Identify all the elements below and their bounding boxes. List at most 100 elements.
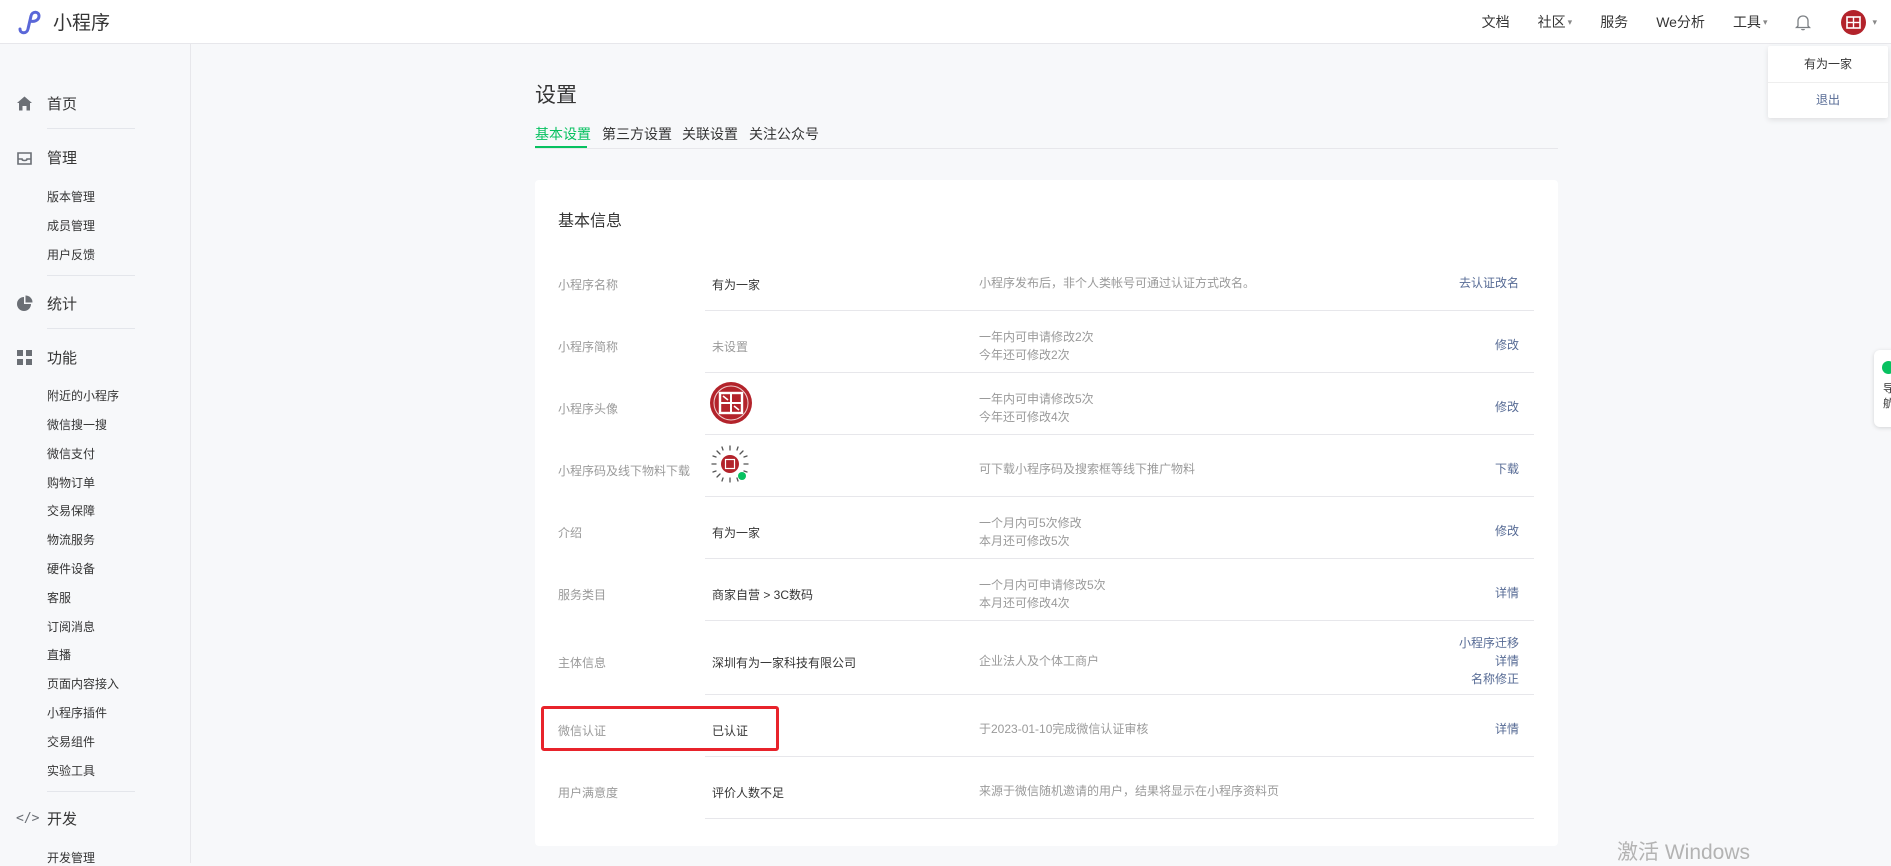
sidebar-divider	[47, 328, 135, 329]
row-desc: 一年内可申请修改2次	[979, 330, 1094, 344]
sidebar: 首页 管理 版本管理 成员管理 用户反馈 统计 功能 附近的小程序 微信搜一搜 …	[0, 44, 191, 866]
row-value: 商家自营 > 3C数码	[712, 588, 814, 602]
active-tab-indicator	[535, 146, 587, 148]
sidebar-item-page-content[interactable]: 页面内容接入	[47, 675, 119, 692]
row-desc: 今年还可修改2次	[979, 348, 1070, 362]
info-row-service-category: 服务类目 商家自营 > 3C数码 一个月内可申请修改5次 本月还可修改4次 详情	[558, 578, 1534, 636]
info-row-entity: 主体信息 深圳有为一家科技有限公司 企业法人及个体工商户 小程序迁移 详情 名称…	[558, 636, 1534, 714]
sidebar-divider	[47, 791, 135, 792]
sidebar-item-label: 开发	[47, 811, 78, 828]
sidebar-divider	[47, 275, 135, 276]
nav-tools[interactable]: 工具 ▾	[1733, 12, 1768, 32]
sidebar-item-search[interactable]: 微信搜一搜	[47, 416, 107, 433]
sidebar-item-pay[interactable]: 微信支付	[47, 445, 95, 462]
dropdown-divider	[1768, 82, 1888, 83]
avatar[interactable]	[1841, 9, 1867, 35]
home-icon	[17, 96, 32, 111]
row-desc: 一个月内可5次修改	[979, 516, 1082, 530]
sidebar-item-lab-tools[interactable]: 实验工具	[47, 762, 95, 779]
sidebar-item-member-manage[interactable]: 成员管理	[47, 217, 95, 234]
edit-link[interactable]: 修改	[1495, 336, 1519, 354]
details-link[interactable]: 详情	[1495, 652, 1519, 670]
row-desc: 一个月内可申请修改5次	[979, 578, 1106, 592]
details-link[interactable]: 详情	[1495, 720, 1519, 738]
nav-community[interactable]: 社区 ▾	[1538, 12, 1573, 32]
sidebar-item-orders[interactable]: 购物订单	[47, 474, 95, 491]
sidebar-divider	[47, 128, 135, 129]
go-verify-rename-link[interactable]: 去认证改名	[1459, 274, 1519, 292]
sidebar-item-subscribe-msg[interactable]: 订阅消息	[47, 618, 95, 635]
dropdown-username: 有为一家	[1803, 57, 1852, 71]
sidebar-item-home[interactable]: 首页	[16, 93, 134, 114]
sidebar-item-nearby[interactable]: 附近的小程序	[47, 387, 119, 404]
download-link[interactable]: 下载	[1495, 460, 1519, 478]
sidebar-item-plugins[interactable]: 小程序插件	[47, 704, 107, 721]
row-divider	[705, 694, 1534, 695]
sidebar-item-logistics[interactable]: 物流服务	[47, 531, 95, 548]
nav-docs[interactable]: 文档	[1482, 12, 1510, 32]
nav-docs-label: 文档	[1481, 14, 1510, 30]
details-link[interactable]: 详情	[1495, 584, 1519, 602]
sidebar-item-hardware[interactable]: 硬件设备	[47, 560, 95, 577]
side-float-widget[interactable]: 导 航	[1874, 350, 1891, 427]
sidebar-item-live[interactable]: 直播	[47, 646, 71, 663]
sidebar-item-trade-components[interactable]: 交易组件	[47, 733, 95, 750]
sidebar-item-label: 统计	[47, 296, 78, 313]
sidebar-item-dev[interactable]: </> 开发	[16, 808, 134, 829]
sidebar-item-label: 管理	[47, 150, 78, 167]
logout-link[interactable]: 退出	[1768, 91, 1888, 108]
row-value: 评价人数不足	[712, 786, 785, 800]
row-value: 有为一家	[712, 526, 761, 540]
info-row-intro: 介绍 有为一家 一个月内可5次修改 本月还可修改5次 修改	[558, 516, 1534, 574]
row-divider	[705, 434, 1534, 435]
row-desc: 小程序发布后，非个人类帐号可通过认证方式改名。	[979, 276, 1256, 290]
sidebar-item-stats[interactable]: 统计	[16, 293, 134, 314]
check-icon	[1882, 361, 1891, 374]
row-label: 小程序码及线下物料下载	[558, 464, 691, 478]
sidebar-item-manage[interactable]: 管理	[16, 147, 134, 168]
sidebar-item-customer-service[interactable]: 客服	[47, 589, 71, 606]
chevron-down-icon[interactable]: ▾	[1872, 17, 1877, 28]
row-label: 服务类目	[558, 588, 607, 602]
top-nav: 文档 社区 ▾ 服务 We分析 工具 ▾ ▾	[1482, 0, 1891, 44]
tab-basic-settings[interactable]: 基本设置	[535, 124, 591, 144]
nav-services[interactable]: 服务	[1600, 12, 1628, 32]
row-desc: 本月还可修改5次	[979, 534, 1070, 548]
sidebar-item-label: 功能	[47, 350, 78, 367]
code-icon: </>	[16, 811, 40, 826]
sidebar-item-features[interactable]: 功能	[16, 347, 134, 368]
settings-tabs: 基本设置 第三方设置 关联设置 关注公众号	[535, 124, 1558, 149]
row-desc: 于2023-01-10完成微信认证审核	[979, 722, 1149, 736]
row-desc: 本月还可修改4次	[979, 596, 1070, 610]
nav-we-analytics[interactable]: We分析	[1656, 12, 1705, 32]
edit-link[interactable]: 修改	[1495, 522, 1519, 540]
widget-text: 航	[1883, 398, 1891, 410]
row-label: 小程序简称	[558, 340, 619, 354]
card-title: 基本信息	[558, 213, 623, 230]
tab-link-settings[interactable]: 关联设置	[682, 124, 738, 144]
sidebar-item-version-manage[interactable]: 版本管理	[47, 188, 95, 205]
row-desc: 来源于微信随机邀请的用户，结果将显示在小程序资料页	[979, 784, 1280, 798]
nav-services-label: 服务	[1600, 14, 1629, 30]
edit-link[interactable]: 修改	[1495, 398, 1519, 416]
sidebar-item-user-feedback[interactable]: 用户反馈	[47, 246, 95, 263]
name-correction-link[interactable]: 名称修正	[1471, 670, 1519, 688]
app-name: 小程序	[53, 13, 111, 34]
tab-third-party-settings[interactable]: 第三方设置	[602, 124, 672, 144]
row-desc: 可下载小程序码及搜索框等线下推广物料	[979, 462, 1196, 476]
top-bar: 小程序 文档 社区 ▾ 服务 We分析 工具 ▾ ▾	[0, 0, 1891, 44]
sidebar-item-label: 首页	[47, 96, 78, 113]
grid-icon	[17, 350, 32, 365]
bell-icon[interactable]	[1795, 13, 1812, 31]
windows-activation-watermark: 激活 Windows	[1617, 841, 1751, 864]
sidebar-item-dev-manage[interactable]: 开发管理	[47, 849, 95, 866]
annotation-highlight-box	[541, 706, 779, 751]
page-title: 设置	[535, 84, 577, 107]
info-row-avatar: 小程序头像 一年内可申请修改5次 今年还可修改4次 修改	[558, 382, 1534, 450]
miniprogram-migrate-link[interactable]: 小程序迁移	[1459, 634, 1519, 652]
sidebar-item-trade-guarantee[interactable]: 交易保障	[47, 502, 95, 519]
row-label: 小程序名称	[558, 278, 619, 292]
row-value: 有为一家	[712, 278, 761, 292]
app-logo[interactable]: 小程序	[16, 8, 110, 35]
tab-follow-official-account[interactable]: 关注公众号	[749, 124, 819, 144]
